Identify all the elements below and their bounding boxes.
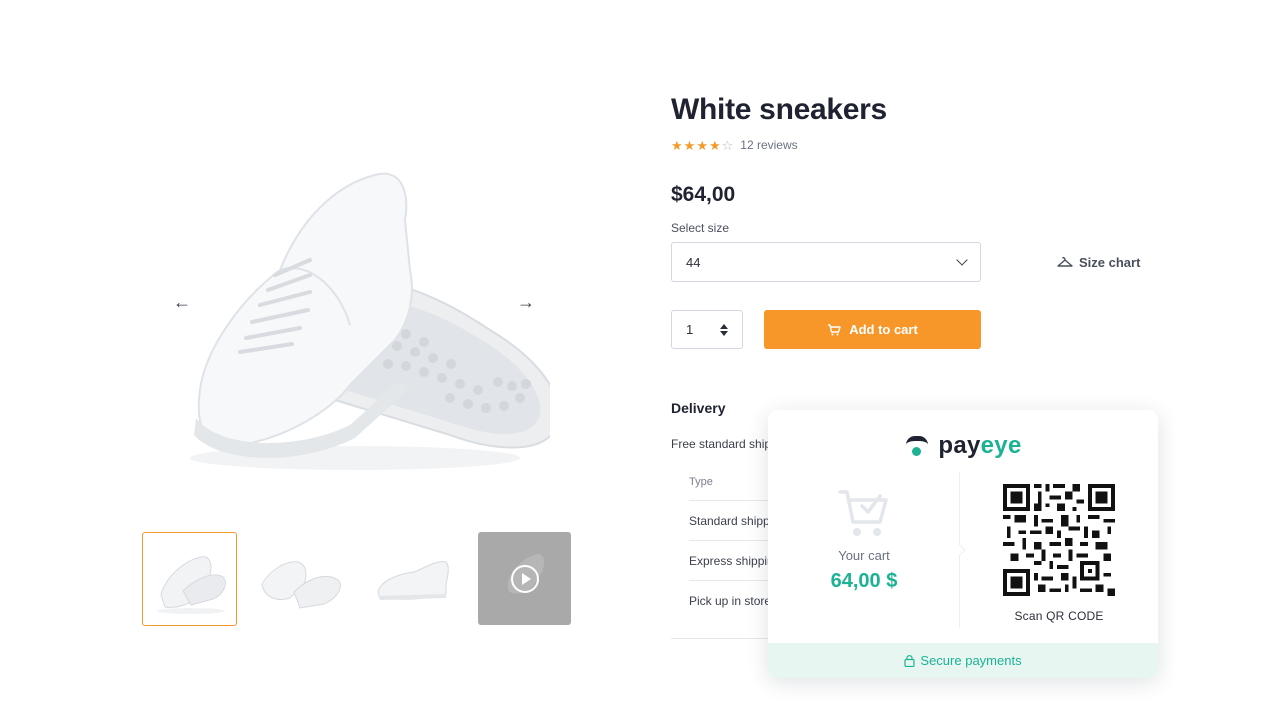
payeye-wordmark: payeye <box>938 432 1022 459</box>
size-select-value: 44 <box>686 254 701 270</box>
star-icon: ★ <box>671 137 683 153</box>
chevron-down-icon <box>956 254 968 266</box>
thumbnail-image-1 <box>157 556 226 614</box>
product-price: $64,00 <box>671 183 736 206</box>
quantity-value: 1 <box>686 322 694 337</box>
reviews-link[interactable]: 12 reviews <box>740 138 797 152</box>
star-icon: ★ <box>696 137 708 153</box>
thumbnail-image-3 <box>377 561 449 600</box>
add-to-cart-label: Add to cart <box>849 322 918 337</box>
select-size-label: Select size <box>671 221 730 235</box>
add-to-cart-button[interactable]: Add to cart <box>764 310 981 349</box>
size-chart-label: Size chart <box>1079 254 1141 270</box>
payeye-widget: payeye Your cart 64,00 $ Scan QR CODE Se… <box>768 410 1158 678</box>
previous-image-arrow[interactable]: ← <box>168 288 196 316</box>
size-select[interactable]: 44 <box>671 242 981 282</box>
cart-row: 1 Add to cart <box>671 310 1161 349</box>
secure-payments-bar: Secure payments <box>768 643 1158 678</box>
payeye-mark-icon <box>904 435 929 457</box>
secure-payments-label: Secure payments <box>920 653 1022 668</box>
scan-qr-label: Scan QR CODE <box>1014 609 1104 623</box>
your-cart-label: Your cart <box>838 548 890 563</box>
delivery-divider <box>671 638 781 639</box>
size-chart-link[interactable]: Size chart <box>1057 255 1140 270</box>
product-title: White sneakers <box>671 93 887 126</box>
thumbnail-strip <box>142 532 571 626</box>
main-product-image <box>190 172 550 470</box>
star-icon: ★ <box>708 137 721 153</box>
thumbnail-1[interactable] <box>142 532 237 626</box>
quantity-stepper[interactable]: 1 <box>671 310 743 349</box>
star-icon: ★ <box>683 137 696 153</box>
product-gallery: ← → <box>140 130 571 630</box>
cart-check-icon <box>838 490 888 536</box>
rating-stars: ★ ★ ★ ★ ☆ <box>671 139 733 152</box>
cart-icon <box>828 323 841 335</box>
lock-icon <box>904 655 916 667</box>
payeye-cart-summary: Your cart 64,00 $ <box>768 480 960 630</box>
payeye-qr-section: Scan QR CODE <box>960 484 1158 623</box>
stepper-arrows-icon[interactable] <box>720 323 728 336</box>
star-empty-icon: ☆ <box>721 137 734 153</box>
thumbnail-2[interactable] <box>254 532 349 626</box>
next-image-arrow[interactable]: → <box>512 288 540 316</box>
payeye-logo: payeye <box>768 432 1158 460</box>
delivery-title: Delivery <box>671 400 726 416</box>
cart-total: 64,00 $ <box>830 570 898 592</box>
rating: ★ ★ ★ ★ ☆ 12 reviews <box>671 136 1161 154</box>
thumbnail-3[interactable] <box>366 532 461 626</box>
delivery-text: Free standard ship <box>671 437 772 451</box>
thumbnail-image-2 <box>261 561 341 609</box>
hanger-icon <box>1057 256 1073 267</box>
play-icon <box>511 565 539 593</box>
size-row: 44 Size chart <box>671 242 1161 282</box>
video-thumbnail[interactable] <box>478 532 571 625</box>
product-info: White sneakers ★ ★ ★ ★ ☆ 12 reviews $64,… <box>671 92 1161 349</box>
qr-code[interactable] <box>1003 484 1115 596</box>
